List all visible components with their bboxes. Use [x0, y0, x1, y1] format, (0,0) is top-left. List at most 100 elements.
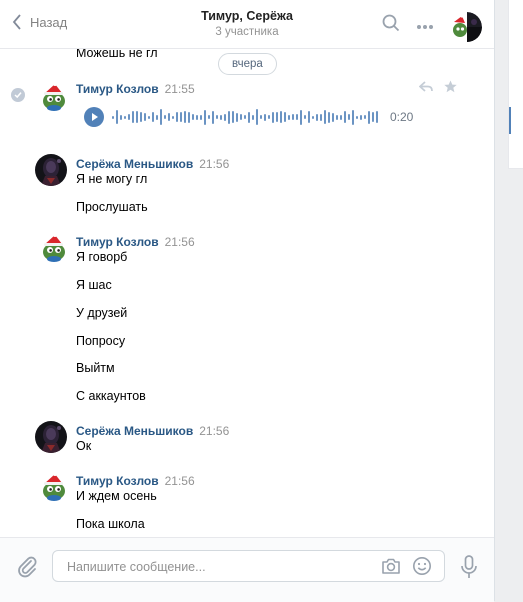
audio-duration: 0:20 [390, 110, 414, 124]
message-text: Я говорб [76, 250, 128, 264]
waveform-bar [164, 115, 166, 119]
waveform-bar [292, 114, 294, 120]
waveform-bar [288, 114, 290, 120]
reply-icon[interactable] [418, 81, 433, 96]
waveform-bar [124, 115, 126, 119]
author-name[interactable]: Тимур Козлов [76, 474, 159, 488]
chat-panel: Назад Тимур, Серёжа 3 участника Можешь н… [0, 0, 495, 602]
message-header: Серёжа Меньшиков 21:56 [76, 157, 229, 171]
smile-icon[interactable] [412, 556, 432, 579]
waveform-bar [360, 114, 362, 120]
message-header: Серёжа Меньшиков 21:56 [76, 424, 229, 438]
message-header: Тимур Козлов 21:56 [76, 235, 195, 249]
waveform-bar [356, 115, 358, 119]
message-feed[interactable]: Можешь не гл вчера Тимур Козлов 21:55 0:… [0, 49, 494, 537]
author-name[interactable]: Серёжа Меньшиков [76, 424, 193, 438]
author-name[interactable]: Тимур Козлов [76, 82, 159, 96]
waveform-bar [352, 109, 354, 125]
waveform-bar [248, 111, 250, 123]
voice-message: 0:20 [84, 107, 414, 127]
waveform-bar [132, 111, 134, 123]
waveform-bar [116, 110, 118, 124]
star-icon[interactable] [444, 80, 457, 96]
message-input[interactable] [65, 551, 369, 583]
side-panel-edge [508, 0, 523, 169]
author-name[interactable]: Серёжа Меньшиков [76, 157, 193, 171]
waveform-bar [364, 115, 366, 119]
waveform-bar [316, 113, 318, 121]
waveform-bar [128, 114, 130, 120]
pepe-santa-avatar[interactable] [38, 231, 70, 263]
message-text: Ок [76, 439, 92, 453]
waveform-bar [256, 109, 258, 125]
waveform-bar [188, 111, 190, 123]
pepe-santa-avatar[interactable] [38, 470, 70, 502]
paperclip-icon[interactable] [17, 556, 39, 581]
waveform-bar [300, 109, 302, 125]
waveform-bar [260, 115, 262, 119]
waveform-bar [220, 114, 222, 120]
waveform-bar [208, 115, 210, 119]
message-time: 21:56 [199, 157, 230, 171]
waveform-bar [344, 111, 346, 123]
waveform-bar [232, 111, 234, 123]
dark-hero-avatar[interactable] [35, 154, 67, 186]
waveform-bar [204, 109, 206, 125]
message-composer [0, 537, 494, 602]
waveform-bar [272, 111, 274, 123]
waveform-bar [148, 115, 150, 119]
waveform-bar [240, 114, 242, 120]
pepe-santa-avatar[interactable] [38, 80, 70, 112]
waveform-bar [252, 114, 254, 120]
waveform-bar [196, 114, 198, 120]
waveform-bar [312, 115, 314, 119]
waveform-bar [320, 113, 322, 121]
check-icon [11, 88, 25, 102]
message-text: Я не могу гл [76, 172, 148, 186]
waveform-bar [192, 114, 194, 120]
search-icon[interactable] [382, 14, 400, 35]
author-name[interactable]: Тимур Козлов [76, 235, 159, 249]
waveform-bar [228, 110, 230, 124]
dark-hero-avatar[interactable] [35, 421, 67, 453]
waveform-bar [284, 112, 286, 122]
message-input-box[interactable] [52, 550, 445, 583]
waveform-bar [224, 113, 226, 121]
waveform-bar [276, 112, 278, 122]
camera-icon[interactable] [381, 557, 401, 578]
waveform-bar [200, 114, 202, 120]
play-button[interactable] [84, 107, 104, 127]
waveform-bar [376, 111, 378, 123]
message-text: С аккаунтов [76, 389, 146, 403]
message-text: Прослушать [76, 200, 148, 214]
waveform-bar [296, 114, 298, 120]
waveform-bar [168, 113, 170, 121]
waveform-bar [308, 111, 310, 123]
audio-waveform[interactable] [112, 107, 380, 127]
message-header: Тимур Козлов 21:55 [76, 82, 195, 96]
waveform-bar [140, 112, 142, 122]
waveform-bar [280, 111, 282, 123]
waveform-bar [144, 113, 146, 121]
waveform-bar [336, 114, 338, 120]
waveform-bar [348, 114, 350, 120]
chat-avatar[interactable] [452, 12, 482, 42]
more-icon[interactable] [416, 19, 434, 33]
waveform-bar [216, 115, 218, 119]
waveform-bar [244, 115, 246, 119]
message-text: Я шас [76, 278, 112, 292]
waveform-bar [340, 114, 342, 120]
message-time: 21:55 [164, 82, 195, 96]
message-time: 21:56 [199, 424, 230, 438]
microphone-icon[interactable] [460, 555, 478, 582]
waveform-bar [268, 115, 270, 119]
waveform-bar [368, 110, 370, 124]
date-divider: вчера [218, 53, 277, 75]
waveform-bar [372, 112, 374, 122]
play-icon [92, 113, 98, 121]
waveform-bar [324, 110, 326, 124]
waveform-bar [156, 114, 158, 120]
waveform-bar [332, 112, 334, 122]
waveform-bar [112, 115, 114, 119]
message-time: 21:56 [164, 474, 195, 488]
